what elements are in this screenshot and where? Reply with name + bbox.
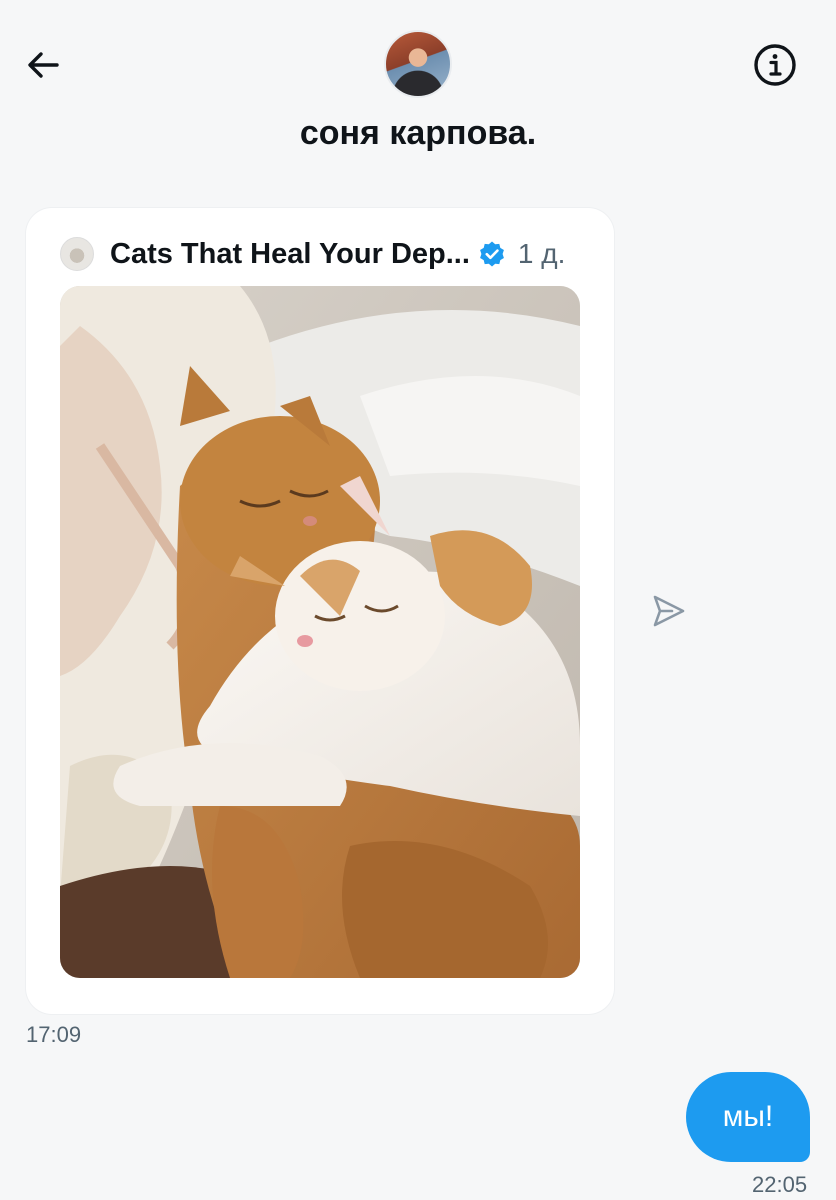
sent-message-bubble[interactable]: мы! <box>686 1072 810 1162</box>
post-time: 1 д. <box>517 238 566 269</box>
received-message-time: 17:09 <box>26 1022 82 1047</box>
avatar[interactable] <box>384 30 452 98</box>
cats-photo-icon <box>60 286 580 978</box>
back-button[interactable] <box>20 42 66 88</box>
send-icon <box>653 595 685 627</box>
info-circle-icon <box>754 44 796 86</box>
sent-message-text: мы! <box>722 1100 774 1133</box>
shared-post-card[interactable]: Cats That Heal Your Dep... 1 д. <box>26 208 614 1014</box>
arrow-left-icon <box>28 52 59 78</box>
info-button[interactable] <box>752 42 798 88</box>
post-image[interactable] <box>60 286 580 978</box>
source-name: Cats That Heal Your Dep... <box>110 237 470 270</box>
source-avatar <box>60 237 94 271</box>
sent-message-time: 22:05 <box>752 1172 808 1197</box>
conversation-header: соня карпова. <box>0 0 836 175</box>
verified-badge-icon <box>480 241 504 267</box>
shared-post-header: Cats That Heal Your Dep... 1 д. <box>60 232 590 276</box>
share-button[interactable] <box>648 590 690 632</box>
conversation-title: соня карпова. <box>299 114 537 152</box>
